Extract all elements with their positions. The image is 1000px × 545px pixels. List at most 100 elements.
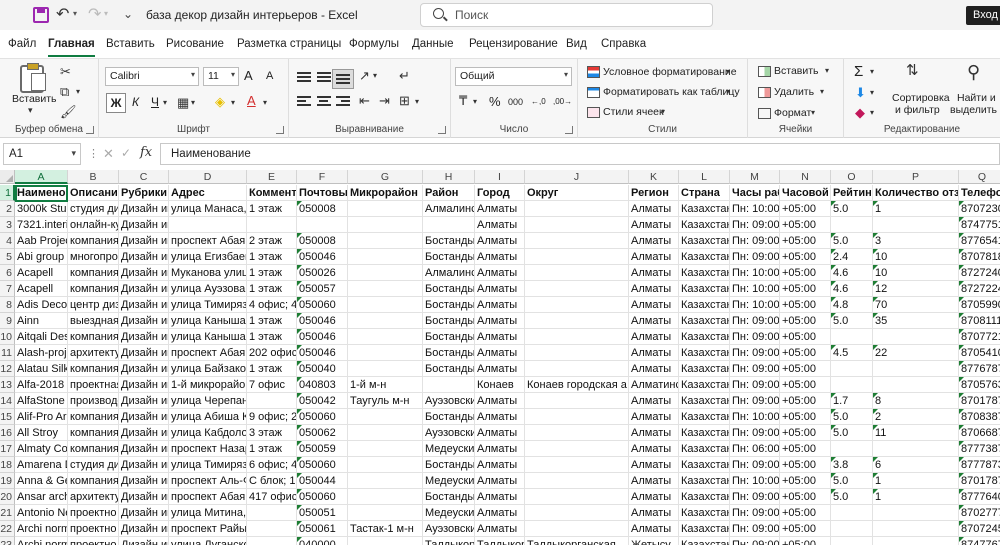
table-cell[interactable]: 87027779	[959, 505, 1000, 521]
table-cell[interactable]: 4 офис; 4 этаж	[247, 297, 297, 313]
table-cell[interactable]	[831, 441, 873, 457]
table-cell[interactable]	[831, 377, 873, 393]
find-select-button-line2[interactable]: выделить	[950, 104, 997, 116]
table-cell[interactable]: Алматы	[475, 249, 525, 265]
table-cell[interactable]: Пн: 10:00-	[730, 281, 780, 297]
table-cell[interactable]: Казахстан	[679, 217, 730, 233]
table-cell[interactable]: Ansar architects	[15, 489, 68, 505]
table-cell[interactable]: 6 офис; 4 этаж	[247, 457, 297, 473]
font-size-select[interactable]: 11 ▾	[203, 67, 239, 86]
table-cell[interactable]: Алматы	[475, 361, 525, 377]
table-cell[interactable]: 050046	[297, 313, 348, 329]
table-cell[interactable]: Бостандыкский	[423, 313, 475, 329]
wrap-text-icon[interactable]: ↵	[399, 69, 410, 82]
currency-icon[interactable]: ₸	[459, 94, 467, 107]
table-cell[interactable]	[525, 393, 629, 409]
table-cell[interactable]: AlfaStone	[15, 393, 68, 409]
table-cell[interactable]: 050042	[297, 393, 348, 409]
table-cell[interactable]: улица Егизбаева	[169, 249, 247, 265]
table-cell[interactable]	[348, 201, 423, 217]
table-cell[interactable]: Алматы	[475, 489, 525, 505]
sign-in-button[interactable]: Вход	[966, 6, 1000, 25]
row-header[interactable]: 9	[0, 313, 15, 329]
table-cell[interactable]: 87059906	[959, 297, 1000, 313]
row-header[interactable]: 12	[0, 361, 15, 377]
table-cell[interactable]: +05:00	[780, 505, 831, 521]
table-cell[interactable]: +05:00	[780, 233, 831, 249]
table-cell[interactable]: Пн: 10:00-	[730, 265, 780, 281]
table-cell[interactable]: 050026	[297, 265, 348, 281]
table-cell[interactable]: Дизайн интерьеров	[119, 249, 169, 265]
table-cell[interactable]: Алматы	[475, 329, 525, 345]
table-cell[interactable]: Алматы	[629, 233, 679, 249]
table-cell[interactable]: компания	[68, 233, 119, 249]
table-cell[interactable]: +05:00	[780, 329, 831, 345]
table-cell[interactable]: Таугуль м-н	[348, 393, 423, 409]
table-cell[interactable]: Пн: 09:00-	[730, 425, 780, 441]
table-cell[interactable]: 5.0	[831, 473, 873, 489]
font-launcher-icon[interactable]	[276, 126, 284, 134]
table-cell[interactable]: 1 этаж	[247, 249, 297, 265]
header-cell[interactable]: Район	[423, 185, 475, 201]
table-cell[interactable]: Алматы	[475, 265, 525, 281]
table-cell[interactable]: +05:00	[780, 249, 831, 265]
table-cell[interactable]: +05:00	[780, 281, 831, 297]
table-cell[interactable]: 1-й м-н	[348, 377, 423, 393]
merge-dropdown-icon[interactable]: ▾	[415, 98, 419, 106]
table-cell[interactable]: Талдыкорган	[475, 537, 525, 545]
paste-button[interactable]: Вставить	[12, 93, 57, 105]
header-cell[interactable]: Часовой пояс	[780, 185, 831, 201]
table-cell[interactable]: Пн: 10:00-	[730, 473, 780, 489]
align-left-icon[interactable]	[297, 96, 311, 108]
table-cell[interactable]: Дизайн интерьеров	[119, 393, 169, 409]
table-cell[interactable]: проспект Абая	[169, 233, 247, 249]
merge-icon[interactable]: ⊞	[399, 94, 410, 107]
table-cell[interactable]: Бостандыкский	[423, 345, 475, 361]
tab-insert[interactable]: Вставить	[106, 38, 155, 50]
search-box[interactable]: Поиск	[420, 3, 713, 27]
row-header[interactable]: 16	[0, 425, 15, 441]
table-cell[interactable]: Медеуский	[423, 505, 475, 521]
table-cell[interactable]: 87077218	[959, 329, 1000, 345]
table-cell[interactable]: Алматы	[629, 489, 679, 505]
table-cell[interactable]	[525, 201, 629, 217]
column-header-f[interactable]: F	[297, 170, 348, 184]
table-cell[interactable]: Алматы	[629, 505, 679, 521]
table-cell[interactable]	[348, 457, 423, 473]
table-cell[interactable]: Алматы	[475, 281, 525, 297]
table-cell[interactable]: Alfa-2018	[15, 377, 68, 393]
table-cell[interactable]: Жетысу	[629, 537, 679, 545]
table-cell[interactable]: Алматы	[629, 521, 679, 537]
table-cell[interactable]: Дизайн интерьеров	[119, 281, 169, 297]
table-cell[interactable]: 8	[873, 393, 959, 409]
table-cell[interactable]: Дизайн интерьеров	[119, 425, 169, 441]
table-cell[interactable]: Алматы	[475, 297, 525, 313]
table-cell[interactable]: Алматы	[629, 361, 679, 377]
table-cell[interactable]: 3.8	[831, 457, 873, 473]
tab-page-layout[interactable]: Разметка страницы	[237, 38, 341, 50]
orientation-icon[interactable]: ↗	[359, 69, 370, 82]
delete-cells-button[interactable]: Удалить	[774, 86, 814, 98]
table-cell[interactable]: улица Канышая	[169, 329, 247, 345]
table-cell[interactable]	[525, 441, 629, 457]
table-cell[interactable]	[348, 265, 423, 281]
table-cell[interactable]	[525, 473, 629, 489]
table-cell[interactable]: Алматы	[475, 201, 525, 217]
row-header[interactable]: 5	[0, 249, 15, 265]
table-cell[interactable]: Дизайн интерьеров	[119, 345, 169, 361]
undo-icon[interactable]: ↶	[56, 4, 69, 24]
table-cell[interactable]: 87017870	[959, 393, 1000, 409]
table-cell[interactable]: Дизайн интерьеров	[119, 441, 169, 457]
table-cell[interactable]: многопрофильная	[68, 249, 119, 265]
chevron-down-icon[interactable]: ▾	[726, 88, 730, 96]
autosum-dropdown-icon[interactable]: ▾	[870, 68, 874, 76]
tab-formulas[interactable]: Формулы	[349, 38, 399, 50]
table-cell[interactable]	[873, 377, 959, 393]
table-cell[interactable]: +05:00	[780, 473, 831, 489]
redo-icon[interactable]: ↷	[88, 4, 101, 24]
table-cell[interactable]: +05:00	[780, 489, 831, 505]
column-header-j[interactable]: J	[525, 170, 629, 184]
table-cell[interactable]	[348, 313, 423, 329]
row-header[interactable]: 6	[0, 265, 15, 281]
table-cell[interactable]: Казахстан	[679, 425, 730, 441]
